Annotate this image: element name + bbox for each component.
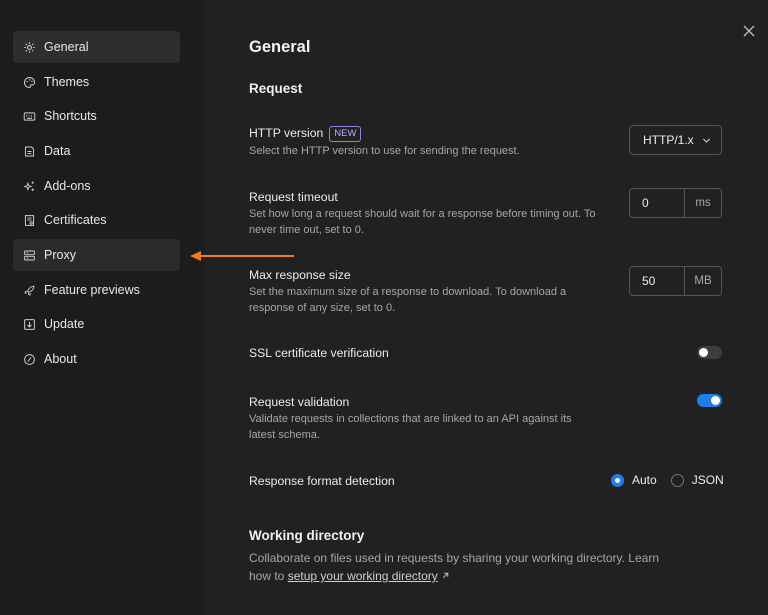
request-timeout-label: Request timeout [249,190,338,204]
response-format-label: Response format detection [249,474,395,488]
ssl-verification-toggle[interactable] [697,346,722,359]
page-title: General [249,38,311,56]
http-version-text: HTTP version [249,126,324,140]
sidebar-item-label: Themes [44,75,90,89]
gear-icon [23,41,36,54]
chevron-down-icon [702,138,711,143]
working-directory-description: Collaborate on files used in requests by… [249,549,669,585]
sidebar-item-about[interactable]: About [13,343,180,375]
http-version-label: HTTP version NEW [249,126,362,142]
http-version-value: HTTP/1.x [643,133,694,147]
settings-content: General Request HTTP version NEW Select t… [249,0,729,615]
max-response-size-description: Set the maximum size of a response to do… [249,286,567,314]
max-response-size-value[interactable]: 50 [630,274,684,288]
external-link-icon [443,572,449,579]
database-icon [23,145,36,158]
sidebar-item-feature-previews[interactable]: Feature previews [13,274,180,306]
radio-auto[interactable] [611,473,624,487]
max-response-size-input[interactable]: 50 MB [629,266,722,296]
sidebar-item-label: Update [44,317,85,331]
sidebar-item-proxy[interactable]: Proxy [13,239,180,271]
sidebar-item-label: Feature previews [44,283,140,297]
keyboard-icon [23,110,36,123]
palette-icon [23,76,36,89]
certificate-icon [23,214,36,227]
sidebar-item-label: Data [44,144,71,158]
new-badge: NEW [329,126,362,142]
close-icon[interactable] [742,24,756,38]
request-timeout-description: Set how long a request should wait for a… [249,208,596,236]
sidebar-item-label: Certificates [44,213,107,227]
radio-json-label[interactable]: JSON [692,473,724,487]
request-timeout-input[interactable]: 0 ms [629,188,722,218]
section-heading-request: Request [249,81,303,96]
response-format-radio-group: Auto JSON [611,473,738,487]
settings-sidebar: General Themes Shortcuts Data Add-ons Ce… [0,0,204,615]
sidebar-item-label: About [44,352,77,366]
sidebar-item-general[interactable]: General [13,31,180,63]
info-icon [23,353,36,366]
sidebar-item-add-ons[interactable]: Add-ons [13,170,180,202]
sidebar-item-shortcuts[interactable]: Shortcuts [13,100,180,132]
sidebar-item-label: General [44,40,89,54]
request-validation-description: Validate requests in collections that ar… [249,413,572,441]
toggle-knob [699,348,708,357]
sidebar-item-themes[interactable]: Themes [13,66,180,98]
sidebar-item-label: Shortcuts [44,109,97,123]
sidebar-item-label: Proxy [44,248,76,262]
setup-working-directory-link[interactable]: setup your working directory [288,569,438,583]
sidebar-item-label: Add-ons [44,179,91,193]
request-timeout-unit: ms [684,189,721,217]
sidebar-item-data[interactable]: Data [13,135,180,167]
max-response-size-label: Max response size [249,268,351,282]
request-validation-toggle[interactable] [697,394,722,407]
radio-auto-label[interactable]: Auto [632,473,657,487]
http-version-description: Select the HTTP version to use for sendi… [249,145,520,157]
rocket-icon [23,284,36,297]
http-version-select[interactable]: HTTP/1.x [629,125,722,155]
request-validation-label: Request validation [249,395,350,409]
max-response-size-unit: MB [684,267,721,295]
sparkle-icon [23,180,36,193]
update-icon [23,318,36,331]
sidebar-item-certificates[interactable]: Certificates [13,204,180,236]
ssl-verification-label: SSL certificate verification [249,346,389,360]
proxy-icon [23,249,36,262]
sidebar-item-update[interactable]: Update [13,308,180,340]
radio-json[interactable] [670,473,684,487]
request-timeout-value[interactable]: 0 [630,196,684,210]
section-heading-working-directory: Working directory [249,528,365,543]
toggle-knob [711,396,720,405]
